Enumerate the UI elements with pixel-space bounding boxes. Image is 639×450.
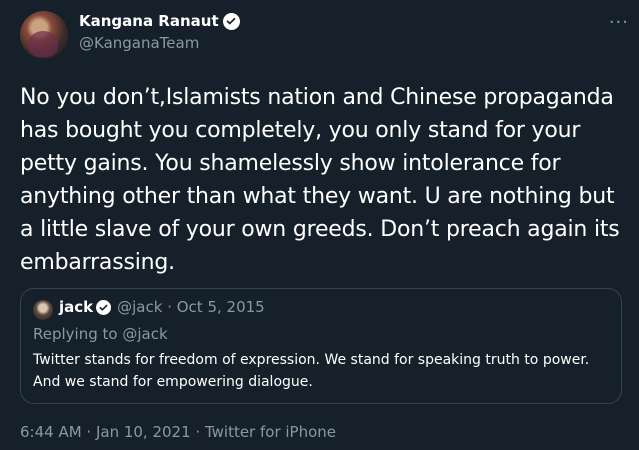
replying-mention[interactable]: @jack [122, 325, 167, 343]
quoted-tweet-text: Twitter stands for freedom of expression… [33, 352, 590, 390]
tweet-text: No you don’t,Islamists nation and Chines… [20, 85, 620, 275]
quoted-meta: @jack · Oct 5, 2015 [117, 298, 265, 316]
quoted-replying-to: Replying to @jack [33, 325, 168, 343]
tweet-timestamp[interactable]: 6:44 AM · Jan 10, 2021 · [20, 423, 205, 441]
more-options-icon[interactable]: ··· [609, 14, 629, 32]
author-display-name[interactable]: Kangana Ranaut [79, 12, 219, 30]
tweet-source-app[interactable]: Twitter for iPhone [205, 423, 336, 441]
author-avatar[interactable] [20, 11, 68, 59]
quoted-author-row: jack @jack · Oct 5, 2015 [59, 298, 265, 316]
quoted-author-avatar [33, 300, 53, 320]
quoted-author-name: jack [59, 298, 94, 316]
quoted-tweet[interactable]: jack @jack · Oct 5, 2015 Replying to @ja… [20, 288, 622, 404]
quoted-verified-badge-icon [96, 299, 112, 315]
verified-badge-icon [222, 12, 240, 30]
tweet-footer: 6:44 AM · Jan 10, 2021 · Twitter for iPh… [20, 423, 336, 441]
author-name-row[interactable]: Kangana Ranaut [79, 12, 240, 30]
replying-prefix: Replying to [33, 325, 123, 343]
author-handle[interactable]: @KanganaTeam [79, 34, 199, 52]
